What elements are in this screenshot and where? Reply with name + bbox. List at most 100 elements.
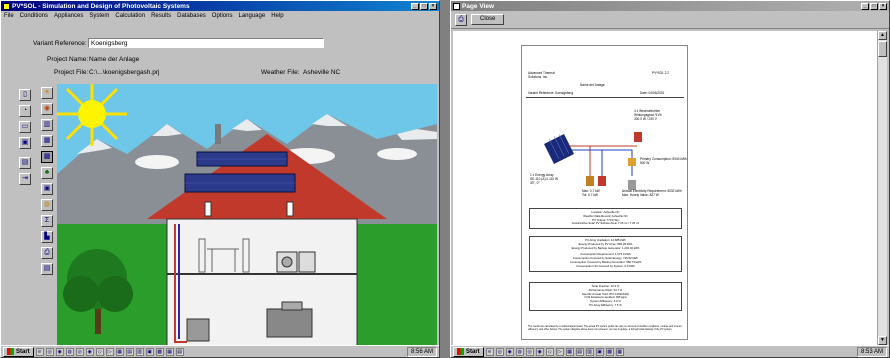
save-icon[interactable]: ▣ <box>19 137 31 149</box>
page-view-icon <box>453 2 460 10</box>
vertical-scrollbar[interactable]: ▲ ▼ <box>877 31 887 345</box>
quicklaunch-icon[interactable]: ◇ <box>545 347 554 356</box>
quicklaunch-icon[interactable]: e <box>485 347 494 356</box>
system-tray: 8:56 AM <box>406 346 437 357</box>
array-icon[interactable]: ▩ <box>41 151 53 163</box>
app-icon <box>3 2 10 10</box>
task-icon[interactable]: ▦ <box>165 347 174 356</box>
task-icon[interactable]: ▦ <box>115 347 124 356</box>
close-button[interactable]: × <box>879 2 887 10</box>
quicklaunch-icon[interactable]: ◇ <box>95 347 104 356</box>
page-view-title: Page View <box>462 2 495 10</box>
menu-conditions[interactable]: Conditions <box>20 13 48 19</box>
page-view-title-bar[interactable]: Page View _ □ × <box>451 1 889 11</box>
quicklaunch-icon[interactable]: ◉ <box>85 347 94 356</box>
report-date: Date: 04/06/2001 <box>640 91 665 95</box>
clock: 8:53 AM <box>860 348 883 355</box>
close-page-button[interactable]: Close <box>471 14 505 25</box>
printer-icon[interactable]: ⎙ <box>455 13 467 26</box>
menu-calculation[interactable]: Calculation <box>115 13 145 19</box>
quicklaunch-icon[interactable]: ◉ <box>55 347 64 356</box>
start-button[interactable]: Start <box>453 346 484 357</box>
meter-sub: 500 W <box>640 161 650 165</box>
close-button[interactable]: × <box>429 2 437 10</box>
menu-options[interactable]: Options <box>212 13 233 19</box>
report-page: Advanced Thermal Solutions, Inc. PV*SOL … <box>521 45 688 340</box>
task-icon[interactable]: ▩ <box>605 347 614 356</box>
quicklaunch-icon[interactable]: ◎ <box>495 347 504 356</box>
quicklaunch-icon[interactable]: ▷ <box>105 347 114 356</box>
windows-logo-icon <box>457 348 464 355</box>
menu-file[interactable]: File <box>4 13 14 19</box>
task-icon[interactable]: ▩ <box>155 347 164 356</box>
sum-icon[interactable]: Σ <box>41 215 53 227</box>
menu-language[interactable]: Language <box>238 13 265 19</box>
quicklaunch-icon[interactable]: ◎ <box>45 347 54 356</box>
tree-icon[interactable]: ♣ <box>41 167 53 179</box>
variant-reference-input[interactable]: Koenigsberg <box>88 38 324 48</box>
generator-icon[interactable]: ◍ <box>41 199 53 211</box>
module-icon[interactable]: ▦ <box>41 135 53 147</box>
sun-conditions-icon[interactable]: ☀ <box>41 87 53 99</box>
table-icon[interactable]: ▤ <box>41 263 53 275</box>
export-icon[interactable]: ⇥ <box>19 173 31 185</box>
project-name-value: Name der Anlage <box>89 56 140 63</box>
maximize-button[interactable]: □ <box>420 2 428 10</box>
file-toolbar: ▯ ◔ ▭ ▣ <box>19 89 31 149</box>
folder-icon[interactable]: ▭ <box>19 121 31 133</box>
report-icon[interactable]: ▤ <box>19 157 31 169</box>
quicklaunch-icon[interactable]: ▷ <box>555 347 564 356</box>
scroll-thumb[interactable] <box>878 41 887 57</box>
quicklaunch-icon[interactable]: ◎ <box>75 347 84 356</box>
quicklaunch-icon[interactable]: ◉ <box>535 347 544 356</box>
weather-file-value: Asheville NC <box>303 69 341 76</box>
printer-icon[interactable]: ⎙ <box>41 247 53 259</box>
inverter-specs2: 300.0 W / 230 V <box>634 117 657 121</box>
appliances-icon[interactable]: ◉ <box>41 103 53 115</box>
minimize-button[interactable]: _ <box>861 2 869 10</box>
ph-sub: Tot: 0.7 kW <box>582 193 598 197</box>
results-box-energy: PV Array Irradiation: 12,685 kWh Energy … <box>529 236 682 272</box>
task-icon[interactable]: ▦ <box>565 347 574 356</box>
chart-icon[interactable]: ▙ <box>41 231 53 243</box>
box1-line: Gross/Active Solar PV Surface Area: 7.25… <box>571 221 640 226</box>
results-box-efficiency: Solar Fraction: 44.3 % Performance Ratio… <box>529 282 682 311</box>
menu-appliances[interactable]: Appliances <box>54 13 83 19</box>
task-icon[interactable]: ▤ <box>125 347 134 356</box>
task-icon[interactable]: ▤ <box>175 347 184 356</box>
quicklaunch-icon[interactable]: e <box>35 347 44 356</box>
task-icon[interactable]: ▤ <box>575 347 584 356</box>
task-icon[interactable]: ▣ <box>595 347 604 356</box>
scroll-down-arrow[interactable]: ▼ <box>878 336 887 345</box>
scene-svg <box>57 84 437 347</box>
quicklaunch-icon[interactable]: ◍ <box>515 347 524 356</box>
clock: 8:56 AM <box>410 348 433 355</box>
menu-help[interactable]: Help <box>271 13 283 19</box>
task-icon[interactable]: ▥ <box>135 347 144 356</box>
company-line2: Solutions, Inc. <box>528 75 549 79</box>
storage-icon[interactable]: ▣ <box>41 183 53 195</box>
open-file-icon[interactable]: ◔ <box>19 105 31 117</box>
main-title-bar[interactable]: PV*SOL - Simulation and Design of Photov… <box>1 1 439 11</box>
menu-databases[interactable]: Databases <box>177 13 206 19</box>
minimize-button[interactable]: _ <box>411 2 419 10</box>
task-icon[interactable]: ▣ <box>145 347 154 356</box>
start-button[interactable]: Start <box>3 346 34 357</box>
menu-bar: File Conditions Appliances System Calcul… <box>1 11 439 20</box>
quicklaunch-icon[interactable]: ◉ <box>505 347 514 356</box>
variant-reference-label: Variant Reference: <box>33 40 87 47</box>
scroll-up-arrow[interactable]: ▲ <box>878 31 887 40</box>
system-scene-illustration[interactable] <box>57 84 437 347</box>
new-file-icon[interactable]: ▯ <box>19 89 31 101</box>
quicklaunch-icon[interactable]: ◎ <box>525 347 534 356</box>
menu-results[interactable]: Results <box>151 13 171 19</box>
box3-line: PV Array Efficiency: 7.5 % <box>589 302 622 307</box>
component-toolbar: ☀ ◉ ▥ ▦ ▩ ♣ ▣ ◍ Σ ▙ ⎙ ▤ <box>41 87 53 275</box>
menu-system[interactable]: System <box>89 13 109 19</box>
inverter-icon[interactable]: ▥ <box>41 119 53 131</box>
maximize-button[interactable]: □ <box>870 2 878 10</box>
task-icon[interactable]: ▥ <box>585 347 594 356</box>
main-window-title: PV*SOL - Simulation and Design of Photov… <box>12 2 190 10</box>
quicklaunch-icon[interactable]: ◍ <box>65 347 74 356</box>
task-icon[interactable]: ▦ <box>615 347 624 356</box>
